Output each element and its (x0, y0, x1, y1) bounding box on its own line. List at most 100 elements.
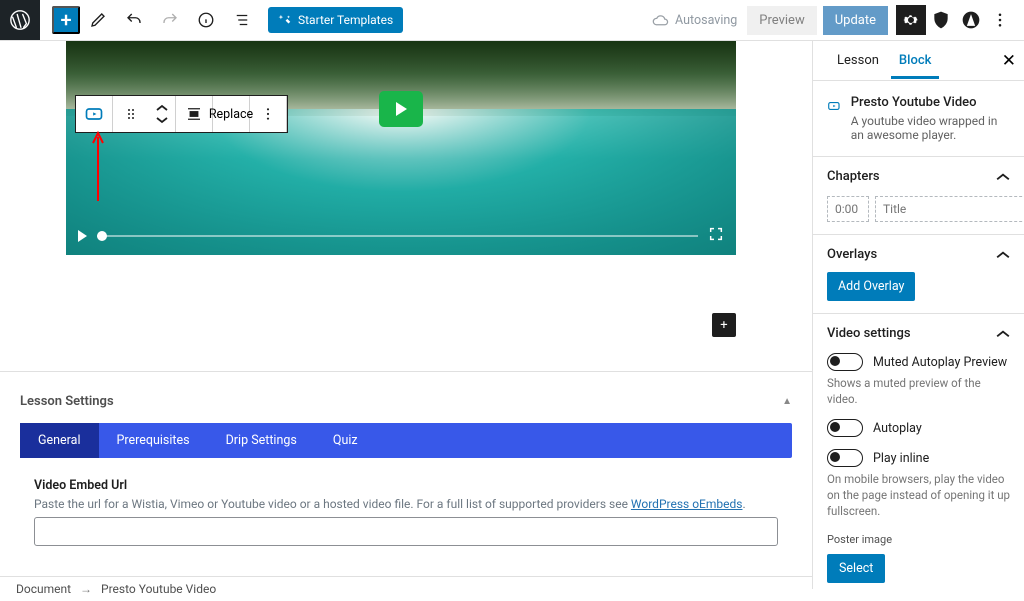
poster-image-label: Poster image (827, 533, 1010, 546)
tab-prerequisites[interactable]: Prerequisites (99, 423, 208, 458)
video-url-input[interactable] (34, 517, 778, 546)
more-menu-button[interactable] (986, 11, 1014, 29)
starter-templates-button[interactable]: Starter Templates (268, 7, 403, 33)
block-appender-button[interactable]: + (712, 313, 736, 337)
video-settings-panel-toggle[interactable]: Video settings (827, 326, 1010, 341)
progress-knob[interactable] (97, 231, 107, 241)
shield-icon (931, 10, 951, 30)
sidebar-tab-block[interactable]: Block (889, 43, 941, 78)
pencil-icon (89, 11, 107, 29)
plugin-icon-2[interactable] (956, 5, 986, 35)
chapter-time-input[interactable] (827, 196, 869, 222)
play-inline-toggle[interactable] (827, 449, 863, 467)
sidebar-tab-lesson[interactable]: Lesson (827, 43, 889, 78)
play-icon (396, 102, 407, 116)
chapters-panel-toggle[interactable]: Chapters (827, 169, 1010, 184)
block-replace-button[interactable]: Replace (213, 96, 249, 132)
settings-button[interactable] (896, 5, 926, 35)
oembeds-link[interactable]: WordPress oEmbeds (631, 497, 743, 511)
muted-autoplay-toggle[interactable] (827, 353, 863, 371)
dots-vertical-icon (260, 106, 276, 122)
metabox-tabs: General Prerequisites Drip Settings Quiz (20, 423, 792, 458)
plugin-icon-1[interactable] (926, 5, 956, 35)
video-settings-title: Video settings (827, 326, 911, 341)
block-align-button[interactable] (176, 96, 212, 132)
arrow-up-icon (92, 131, 104, 201)
video-play-small[interactable] (78, 230, 87, 242)
youtube-block-icon (827, 95, 841, 117)
settings-sidebar: Lesson Block ✕ Presto Youtube Video A yo… (812, 41, 1024, 589)
chevron-up-icon (996, 327, 1010, 341)
lesson-settings-metabox: Lesson Settings ▲ General Prerequisites … (0, 372, 812, 576)
chapter-title-input[interactable] (875, 196, 1024, 222)
overlays-panel: Overlays Add Overlay (813, 235, 1024, 314)
chevron-up-icon (156, 104, 168, 112)
tab-quiz[interactable]: Quiz (315, 423, 376, 458)
block-more-button[interactable] (250, 96, 286, 132)
video-progress[interactable] (97, 235, 698, 237)
muted-autoplay-help: Shows a muted preview of the video. (827, 375, 1010, 407)
overlays-panel-toggle[interactable]: Overlays (827, 247, 1010, 262)
add-block-button[interactable]: + (52, 6, 80, 34)
breadcrumb-current[interactable]: Presto Youtube Video (101, 582, 216, 596)
astra-icon (961, 10, 981, 30)
expand-icon (708, 226, 724, 242)
wordpress-logo[interactable] (0, 0, 40, 40)
chevron-up-icon (996, 170, 1010, 184)
redo-button[interactable] (152, 2, 188, 38)
block-drag-handle[interactable] (113, 96, 149, 132)
video-controls (78, 226, 724, 246)
gear-icon (902, 11, 920, 29)
autosaving-status: Autosaving (652, 12, 737, 29)
autoplay-label: Autoplay (873, 421, 922, 436)
presto-video-block[interactable] (66, 41, 736, 255)
chevron-down-icon (156, 116, 168, 124)
update-button[interactable]: Update (823, 6, 888, 35)
video-url-help: Paste the url for a Wistia, Vimeo or You… (34, 497, 778, 511)
info-icon (197, 11, 215, 29)
details-button[interactable] (188, 2, 224, 38)
video-settings-panel: Video settings Muted Autoplay Preview Sh… (813, 314, 1024, 589)
autosaving-text: Autosaving (675, 13, 737, 28)
redo-icon (161, 11, 179, 29)
preview-button[interactable]: Preview (747, 6, 816, 35)
poster-select-button[interactable]: Select (827, 554, 885, 583)
edit-mode-button[interactable] (80, 2, 116, 38)
dots-vertical-icon (991, 11, 1009, 29)
block-info-title: Presto Youtube Video (851, 95, 1010, 110)
undo-button[interactable] (116, 2, 152, 38)
play-inline-help: On mobile browsers, play the video on th… (827, 471, 1010, 519)
block-info-panel: Presto Youtube Video A youtube video wra… (813, 81, 1024, 157)
youtube-block-icon (84, 104, 104, 124)
cloud-icon (652, 12, 669, 29)
list-icon (233, 11, 251, 29)
breadcrumb-root[interactable]: Document (16, 582, 71, 596)
tab-drip-settings[interactable]: Drip Settings (208, 423, 315, 458)
chapters-panel: Chapters (813, 157, 1024, 235)
autoplay-toggle[interactable] (827, 419, 863, 437)
starter-templates-label: Starter Templates (298, 13, 393, 27)
wordpress-icon (9, 9, 31, 31)
align-icon (185, 105, 203, 123)
tab-general[interactable]: General (20, 423, 99, 458)
block-info-desc: A youtube video wrapped in an awesome pl… (851, 114, 1010, 142)
block-move-buttons[interactable] (149, 96, 175, 132)
block-type-button[interactable] (76, 96, 112, 132)
annotation-arrow (92, 131, 104, 205)
muted-autoplay-label: Muted Autoplay Preview (873, 355, 1007, 370)
play-inline-label: Play inline (873, 451, 929, 466)
overlays-title: Overlays (827, 247, 877, 262)
undo-icon (125, 11, 143, 29)
outline-button[interactable] (224, 2, 260, 38)
metabox-toggle[interactable]: ▲ (782, 396, 792, 407)
block-toolbar: Replace (75, 95, 288, 133)
video-fullscreen-button[interactable] (708, 226, 724, 246)
video-play-button[interactable] (379, 91, 423, 127)
video-url-label: Video Embed Url (34, 478, 778, 493)
sidebar-close-button[interactable]: ✕ (1002, 51, 1016, 71)
chapters-title: Chapters (827, 169, 880, 184)
wand-icon (278, 13, 292, 27)
metabox-title: Lesson Settings (20, 394, 114, 409)
add-overlay-button[interactable]: Add Overlay (827, 272, 915, 301)
drag-icon (123, 106, 139, 122)
